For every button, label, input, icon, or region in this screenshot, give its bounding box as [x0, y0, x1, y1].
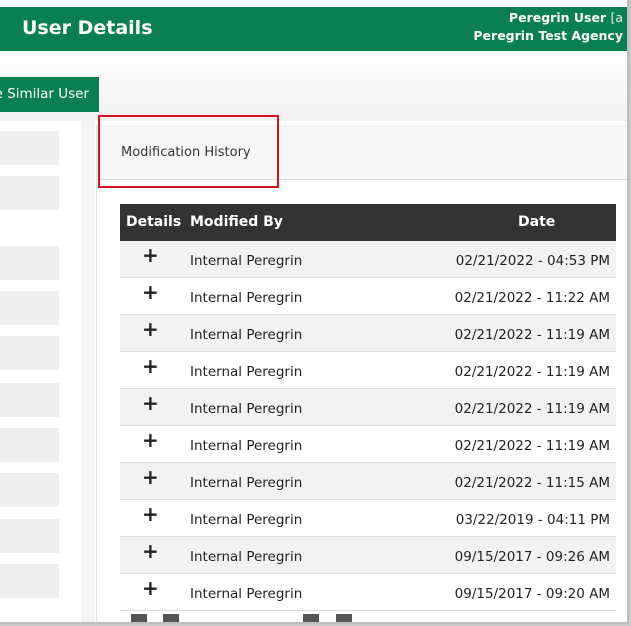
modified-by-cell: Internal Peregrin — [190, 253, 303, 269]
table-row[interactable]: + Internal Peregrin 02/21/2022 - 11:19 A… — [120, 352, 616, 389]
table-row[interactable]: + Internal Peregrin 02/21/2022 - 11:19 A… — [120, 389, 616, 426]
table-row[interactable]: + Internal Peregrin 09/15/2017 - 09:26 A… — [120, 537, 616, 574]
left-form-column — [0, 121, 80, 622]
left-field[interactable] — [0, 131, 59, 165]
date-cell: 09/15/2017 - 09:26 AM — [454, 549, 610, 565]
expand-icon[interactable]: + — [142, 393, 159, 413]
modified-by-cell: Internal Peregrin — [190, 586, 303, 602]
col-date[interactable]: Date — [518, 214, 555, 230]
modified-by-cell: Internal Peregrin — [190, 327, 303, 343]
date-cell: 02/21/2022 - 11:19 AM — [454, 438, 610, 454]
table-header: Details Modified By Date — [120, 204, 616, 241]
panel-header: Modification History — [97, 125, 627, 180]
expand-icon[interactable]: + — [142, 467, 159, 487]
expand-icon[interactable]: + — [142, 245, 159, 265]
expand-icon[interactable]: + — [142, 578, 159, 598]
page-title: User Details — [22, 17, 153, 39]
table-row[interactable]: + Internal Peregrin 09/15/2017 - 09:20 A… — [120, 574, 616, 611]
user-info: Peregrin User [a Peregrin Test Agency — [473, 9, 623, 45]
user-name[interactable]: Peregrin User — [509, 10, 606, 25]
modified-by-cell: Internal Peregrin — [190, 512, 303, 528]
modified-by-cell: Internal Peregrin — [190, 475, 303, 491]
table-row[interactable]: + Internal Peregrin 02/21/2022 - 11:22 A… — [120, 278, 616, 315]
left-field[interactable] — [0, 291, 59, 325]
create-similar-user-button[interactable]: e Similar User — [0, 77, 99, 112]
pager-last-icon[interactable] — [336, 614, 352, 622]
col-modified-by[interactable]: Modified By — [190, 214, 283, 230]
pager-first-icon[interactable] — [131, 614, 147, 622]
table-row[interactable]: + Internal Peregrin 02/21/2022 - 11:19 A… — [120, 426, 616, 463]
expand-icon[interactable]: + — [142, 430, 159, 450]
expand-icon[interactable]: + — [142, 319, 159, 339]
left-field[interactable] — [0, 428, 59, 462]
modified-by-cell: Internal Peregrin — [190, 290, 303, 306]
table-row[interactable]: + Internal Peregrin 02/21/2022 - 04:53 P… — [120, 241, 616, 278]
date-cell: 02/21/2022 - 11:22 AM — [454, 290, 610, 306]
expand-icon[interactable]: + — [142, 504, 159, 524]
modified-by-cell: Internal Peregrin — [190, 401, 303, 417]
date-cell: 03/22/2019 - 04:11 PM — [455, 512, 610, 528]
date-cell: 02/21/2022 - 11:19 AM — [454, 401, 610, 417]
date-cell: 02/21/2022 - 11:19 AM — [454, 364, 610, 380]
user-bracket: [a — [610, 10, 623, 25]
left-field[interactable] — [0, 564, 59, 598]
expand-icon[interactable]: + — [142, 282, 159, 302]
pager-prev-icon[interactable] — [163, 614, 179, 622]
expand-icon[interactable]: + — [142, 541, 159, 561]
modified-by-cell: Internal Peregrin — [190, 438, 303, 454]
modified-by-cell: Internal Peregrin — [190, 364, 303, 380]
column-divider — [81, 121, 95, 622]
left-field[interactable] — [0, 336, 59, 370]
date-cell: 02/21/2022 - 04:53 PM — [455, 253, 610, 269]
col-details[interactable]: Details — [126, 214, 181, 230]
expand-icon[interactable]: + — [142, 356, 159, 376]
agency-name: Peregrin Test Agency — [473, 28, 623, 43]
left-field[interactable] — [0, 473, 59, 507]
modified-by-cell: Internal Peregrin — [190, 549, 303, 565]
date-cell: 09/15/2017 - 09:20 AM — [454, 586, 610, 602]
left-field[interactable] — [0, 246, 59, 280]
table-row[interactable]: + Internal Peregrin 03/22/2019 - 04:11 P… — [120, 500, 616, 537]
panel-title[interactable]: Modification History — [121, 145, 251, 160]
left-field[interactable] — [0, 383, 59, 417]
left-field[interactable] — [0, 176, 59, 210]
date-cell: 02/21/2022 - 11:15 AM — [454, 475, 610, 491]
table-row[interactable]: + Internal Peregrin 02/21/2022 - 11:19 A… — [120, 315, 616, 352]
left-field[interactable] — [0, 519, 59, 553]
date-cell: 02/21/2022 - 11:19 AM — [454, 327, 610, 343]
table-row[interactable]: + Internal Peregrin 02/21/2022 - 11:15 A… — [120, 463, 616, 500]
page-header: User Details Peregrin User [a Peregrin T… — [0, 7, 627, 51]
app-window: User Details Peregrin User [a Peregrin T… — [0, 0, 629, 624]
pager-next-icon[interactable] — [303, 614, 319, 622]
